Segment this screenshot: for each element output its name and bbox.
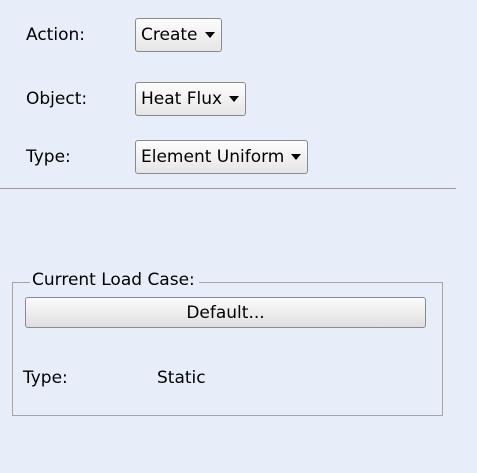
action-label: Action: [26, 25, 85, 45]
object-label: Object: [26, 89, 88, 109]
type-label: Type: [26, 147, 71, 167]
current-load-case-group: Current Load Case: Default... Type: Stat… [12, 269, 443, 416]
chevron-down-icon [204, 32, 215, 38]
load-case-select-button[interactable]: Default... [25, 297, 426, 328]
type-dropdown[interactable]: Element Uniform [135, 140, 309, 174]
type-dropdown-value: Element Uniform [141, 147, 285, 167]
action-dropdown-value: Create [141, 25, 198, 45]
object-dropdown-value: Heat Flux [141, 89, 223, 109]
object-dropdown[interactable]: Heat Flux [135, 82, 247, 116]
chevron-down-icon [291, 154, 302, 160]
section-divider [0, 188, 456, 189]
load-case-type-value: Static [157, 368, 206, 388]
load-case-type-label: Type: [23, 368, 68, 388]
chevron-down-icon [229, 96, 240, 102]
group-title: Current Load Case: [30, 269, 199, 291]
action-dropdown[interactable]: Create [135, 18, 222, 52]
